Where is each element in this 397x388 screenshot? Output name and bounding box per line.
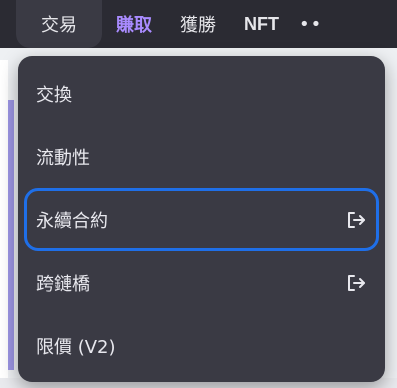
nav-item-label: NFT (244, 13, 279, 34)
nav-item-earn[interactable]: 賺取 (102, 0, 166, 48)
nav-item-win[interactable]: 獲勝 (166, 0, 230, 48)
trade-dropdown-menu: 交換 流動性 永續合約 跨鏈橋 限價 (V2) (18, 56, 385, 382)
menu-item-limit-v2[interactable]: 限價 (V2) (24, 314, 379, 377)
nav-item-trade[interactable]: 交易 (16, 0, 102, 48)
page-background-left (0, 60, 8, 388)
menu-item-perpetual[interactable]: 永續合約 (24, 188, 379, 251)
menu-item-label: 跨鏈橋 (36, 273, 90, 295)
app-stage: 交易 賺取 獲勝 NFT •• 交換 流動性 永續合約 跨鏈橋 限價 (V2) (0, 0, 397, 388)
nav-item-label: 獲勝 (180, 15, 216, 36)
external-link-icon (345, 272, 367, 294)
menu-item-label: 限價 (V2) (36, 336, 116, 358)
external-link-icon (345, 209, 367, 231)
menu-item-swap[interactable]: 交換 (24, 62, 379, 125)
more-menu-icon[interactable]: •• (293, 14, 328, 35)
menu-item-bridge[interactable]: 跨鏈橋 (24, 251, 379, 314)
menu-item-liquidity[interactable]: 流動性 (24, 125, 379, 188)
page-background-accent (8, 100, 14, 370)
menu-item-label: 交換 (36, 84, 72, 106)
nav-item-label: 賺取 (116, 15, 152, 36)
nav-item-label: 交易 (41, 15, 77, 36)
menu-item-label: 流動性 (36, 147, 90, 169)
menu-item-label: 永續合約 (36, 210, 108, 232)
top-navbar: 交易 賺取 獲勝 NFT •• (0, 0, 397, 48)
nav-item-nft[interactable]: NFT (230, 0, 293, 48)
